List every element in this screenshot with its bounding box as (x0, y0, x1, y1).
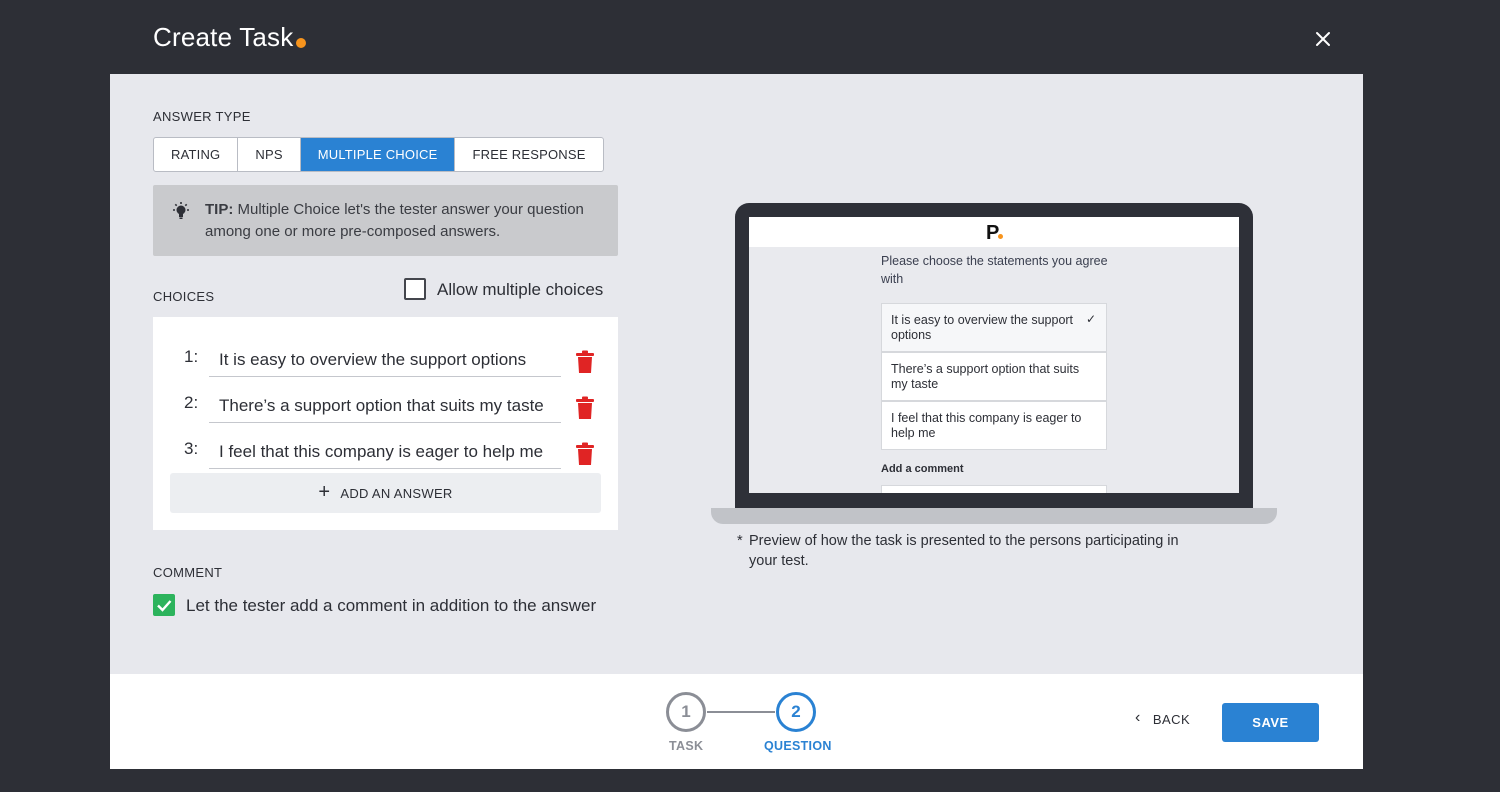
chevron-left-icon: ‹ (1135, 709, 1141, 726)
preview-option: It is easy to overview the support optio… (881, 303, 1107, 352)
preview-logo-letter: P (986, 222, 1000, 244)
choice-number: 2: (184, 393, 199, 412)
choices-label: CHOICES (153, 289, 215, 304)
answer-type-free-response[interactable]: FREE RESPONSE (455, 138, 602, 171)
choice-number: 1: (184, 347, 199, 366)
preview-note-text: Preview of how the task is presented to … (749, 533, 1179, 569)
answer-type-rating[interactable]: RATING (154, 138, 239, 171)
preview-header: P (749, 217, 1239, 247)
note-asterisk: * (737, 533, 743, 549)
answer-type-multiple-choice[interactable]: MULTIPLE CHOICE (300, 138, 456, 171)
choice-number: 3: (184, 439, 199, 458)
choice-input[interactable] (209, 431, 561, 469)
preview-comment-label: Add a comment (881, 463, 964, 475)
back-label: BACK (1152, 711, 1191, 727)
tip-text: Multiple Choice let's the tester answer … (205, 201, 584, 240)
back-button[interactable]: ‹ BACK (1135, 709, 1191, 727)
trash-icon[interactable] (575, 442, 595, 466)
preview-option: There’s a support option that suits my t… (881, 352, 1107, 401)
preview-question: Please choose the statements you agree w… (881, 254, 1108, 286)
choice-row: 2: (153, 385, 618, 431)
choices-list: 1: 2: 3: + ADD AN ANSWER (153, 317, 618, 530)
lightbulb-icon (173, 202, 189, 219)
dialog-title-text: Create Task (153, 22, 294, 52)
laptop-base (711, 508, 1277, 524)
preview-logo: P (986, 222, 1004, 245)
preview-option-text: It is easy to overview the support optio… (891, 313, 1074, 342)
step-1-circle[interactable]: 1 (666, 692, 706, 732)
brand-dot-icon (296, 38, 307, 48)
close-icon[interactable] (1311, 27, 1335, 51)
add-answer-label: ADD AN ANSWER (340, 485, 453, 501)
preview-comment-box (881, 485, 1107, 493)
step-1-label: TASK (669, 739, 704, 753)
plus-icon: + (318, 480, 331, 503)
comment-checkbox-label: Let the tester add a comment in addition… (186, 596, 597, 615)
preview-option-text: I feel that this company is eager to hel… (891, 411, 1082, 440)
choice-row: 1: (153, 339, 618, 385)
step-2-circle[interactable]: 2 (776, 692, 816, 732)
preview-note: * Preview of how the task is presented t… (737, 531, 1197, 571)
checkmark-icon (157, 600, 172, 612)
preview-option: I feel that this company is eager to hel… (881, 401, 1107, 450)
laptop-preview: P Please choose the statements you agree… (735, 203, 1253, 508)
trash-icon[interactable] (575, 396, 595, 420)
allow-multiple-checkbox[interactable] (404, 278, 426, 300)
save-button[interactable]: SAVE (1222, 703, 1319, 742)
allow-multiple-label: Allow multiple choices (437, 280, 604, 299)
comment-label: COMMENT (153, 565, 223, 580)
trash-icon[interactable] (575, 350, 595, 374)
task-editor-panel: ANSWER TYPE RATING NPS MULTIPLE CHOICE F… (110, 74, 1363, 674)
dialog-title: Create Task (153, 22, 307, 53)
answer-type-selector: RATING NPS MULTIPLE CHOICE FREE RESPONSE (153, 137, 604, 172)
answer-type-nps[interactable]: NPS (238, 138, 301, 171)
preview-screen: P Please choose the statements you agree… (749, 217, 1239, 493)
preview-option-text: There’s a support option that suits my t… (891, 362, 1080, 391)
dialog-footer: 1 2 TASK QUESTION ‹ BACK SAVE (110, 674, 1363, 769)
tip-prefix: TIP: (205, 201, 234, 218)
choice-input[interactable] (209, 385, 561, 423)
add-answer-button[interactable]: + ADD AN ANSWER (170, 473, 601, 513)
comment-checkbox[interactable] (153, 594, 175, 616)
tip-box: TIP: Multiple Choice let's the tester an… (153, 185, 618, 256)
check-icon: ✓ (1085, 312, 1096, 326)
choice-row: 3: (153, 431, 618, 477)
step-2-label: QUESTION (764, 739, 832, 753)
choice-input[interactable] (209, 339, 561, 377)
step-connector (707, 711, 775, 713)
answer-type-label: ANSWER TYPE (153, 109, 251, 124)
logo-dot-icon (998, 234, 1004, 239)
